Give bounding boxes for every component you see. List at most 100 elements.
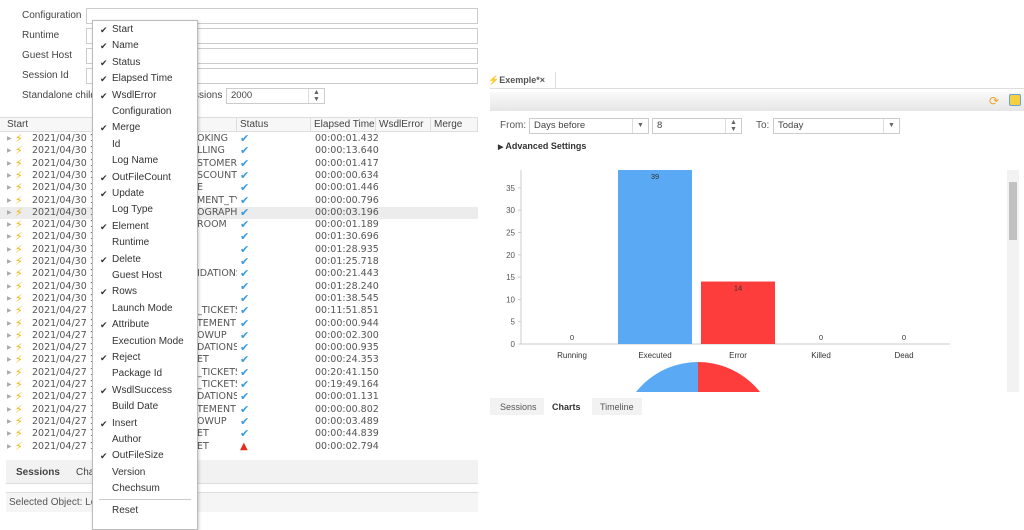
expand-icon[interactable]: ▶ [7, 293, 12, 305]
table-row[interactable]: ▶ ⚡ 2021/04/30 15 ROOM ✔ 00:00:01.189 [0, 219, 478, 231]
table-row[interactable]: ▶ ⚡ 2021/04/27 17 OWUP ✔ 00:00:02.300 [0, 330, 478, 342]
menu-item[interactable]: Version [93, 465, 197, 481]
expand-icon[interactable]: ▶ [7, 281, 12, 293]
menu-item[interactable]: ✔ Element [93, 219, 197, 235]
to-select[interactable]: Today ▼ [773, 118, 900, 134]
table-row[interactable]: ▶ ⚡ 2021/04/30 15 OKING ✔ 00:00:01.432 [0, 133, 478, 145]
expand-icon[interactable]: ▶ [7, 145, 12, 157]
spinner-arrows-icon[interactable]: ▲ ▼ [725, 119, 741, 133]
menu-item[interactable]: Launch Mode [93, 301, 197, 317]
menu-item[interactable]: ✔ WsdlSuccess [93, 383, 197, 399]
table-row[interactable]: ▶ ⚡ 2021/04/30 12 ✔ 00:01:28.935 [0, 244, 478, 256]
expand-icon[interactable]: ▶ [7, 354, 12, 366]
from-select[interactable]: Days before ▼ [529, 118, 649, 134]
menu-item[interactable]: ✔ Status [93, 55, 197, 71]
scrollbar-thumb[interactable] [1009, 182, 1017, 240]
table-row[interactable]: ▶ ⚡ 2021/04/27 17 TEMENT ✔ 00:00:00.944 [0, 318, 478, 330]
table-row[interactable]: ▶ ⚡ 2021/04/27 17 _TICKETS ✔ 00:20:41.150 [0, 367, 478, 379]
expand-icon[interactable]: ▶ [7, 330, 12, 342]
table-row[interactable]: ▶ ⚡ 2021/04/30 12 ✔ 00:01:38.545 [0, 293, 478, 305]
menu-item[interactable]: ✔ Update [93, 186, 197, 202]
menu-item[interactable]: ✔ Merge [93, 120, 197, 136]
table-row[interactable]: ▶ ⚡ 2021/04/30 15 SCOUNT ✔ 00:00:00.634 [0, 170, 478, 182]
expand-icon[interactable]: ▶ [7, 318, 12, 330]
menu-item[interactable]: Build Date [93, 399, 197, 415]
table-row[interactable]: ▶ ⚡ 2021/04/30 12 ✔ 00:01:30.696 [0, 231, 478, 243]
expand-icon[interactable]: ▶ [7, 404, 12, 416]
spinner-arrows-icon[interactable]: ▲ ▼ [308, 89, 324, 103]
tab-sessions-right[interactable]: Sessions [500, 402, 537, 412]
tab-timeline-right[interactable]: Timeline [600, 402, 634, 412]
menu-item[interactable]: Execution Mode [93, 334, 197, 350]
menu-item[interactable]: Id [93, 137, 197, 153]
menu-item[interactable]: Log Type [93, 202, 197, 218]
menu-item[interactable]: ✔ Delete [93, 252, 197, 268]
menu-item[interactable]: ✔ Elapsed Time [93, 71, 197, 87]
menu-item[interactable]: Log Name [93, 153, 197, 169]
menu-item[interactable]: ✔ Name [93, 38, 197, 54]
table-row[interactable]: ▶ ⚡ 2021/04/27 17 _TICKETS ✔ 00:11:51.851 [0, 305, 478, 317]
table-row[interactable]: ▶ ⚡ 2021/04/30 15 LLING ✔ 00:00:13.640 [0, 145, 478, 157]
menu-item[interactable]: Chechsum [93, 481, 197, 497]
menu-item[interactable]: Package Id [93, 366, 197, 382]
chart-scrollbar[interactable] [1007, 170, 1019, 392]
expand-icon[interactable]: ▶ [7, 391, 12, 403]
days-spinner[interactable]: 8 ▲ ▼ [652, 118, 742, 134]
table-row[interactable]: ▶ ⚡ 2021/04/27 16 TEMENT ✔ 00:00:00.802 [0, 404, 478, 416]
menu-item[interactable]: ✔ Reject [93, 350, 197, 366]
table-row[interactable]: ▶ ⚡ 2021/04/30 15 E ✔ 00:00:01.446 [0, 182, 478, 194]
menu-item[interactable]: Runtime [93, 235, 197, 251]
tab-charts-right[interactable]: Charts [544, 398, 592, 415]
col-elapsed[interactable]: Elapsed Time [311, 118, 376, 132]
table-row[interactable]: ▶⚡2021/04/30 12IDATIONS✔00:00:21.443 [0, 268, 478, 280]
menu-item[interactable]: ✔ OutFileCount [93, 170, 197, 186]
col-merge[interactable]: Merge [431, 118, 478, 132]
expand-icon[interactable]: ▶ [7, 207, 12, 219]
tab-sessions[interactable]: Sessions [16, 467, 60, 478]
menu-item[interactable]: Configuration [93, 104, 197, 120]
table-row[interactable]: ▶ ⚡ 2021/04/30 12 ✔ 00:01:28.240 [0, 281, 478, 293]
menu-item[interactable]: ✔ Start [93, 22, 197, 38]
table-row[interactable]: ▶ ⚡ 2021/04/27 16 _TICKETS ✔ 00:19:49.164 [0, 379, 478, 391]
expand-icon[interactable]: ▶ [7, 428, 12, 440]
menu-item[interactable]: Author [93, 432, 197, 448]
close-tab-icon[interactable]: × [540, 75, 545, 85]
max-sessions-spinner[interactable]: 2000 ▲ ▼ [226, 88, 325, 104]
table-row[interactable]: ▶ ⚡ 2021/04/27 16 ET ✔ 00:00:44.839 [0, 428, 478, 440]
table-row[interactable]: ▶ ⚡ 2021/04/30 15 STOMER ✔ 00:00:01.417 [0, 158, 478, 170]
expand-icon[interactable]: ▶ [7, 133, 12, 145]
menu-item[interactable]: ✔ Rows [93, 284, 197, 300]
table-row[interactable]: ▶ ⚡ 2021/04/27 17 DATIONS ✔ 00:00:00.935 [0, 342, 478, 354]
expand-icon[interactable]: ▶ [7, 305, 12, 317]
expand-icon[interactable]: ▶ [7, 379, 12, 391]
expand-icon[interactable]: ▶ [7, 416, 12, 428]
table-row[interactable]: ▶ ⚡ 2021/04/27 16 DATIONS ✔ 00:00:01.131 [0, 391, 478, 403]
expand-icon[interactable]: ▶ [7, 182, 12, 194]
menu-item[interactable]: ✔ WsdlError [93, 88, 197, 104]
table-row[interactable]: ▶ ⚡ 2021/04/30 12 ✔ 00:01:25.718 [0, 256, 478, 268]
expand-icon[interactable]: ▶ [7, 244, 12, 256]
expand-icon[interactable]: ▶ [7, 367, 12, 379]
expand-icon[interactable]: ▶ [7, 158, 12, 170]
table-row[interactable]: ▶ ⚡ 2021/04/27 16 OWUP ✔ 00:00:03.489 [0, 416, 478, 428]
expand-icon[interactable]: ▶ [7, 231, 12, 243]
editor-tab[interactable]: ⚡Exemple*× [488, 72, 556, 88]
menu-item[interactable]: ✔ Insert [93, 416, 197, 432]
expand-icon[interactable]: ▶ [7, 256, 12, 268]
menu-item-reset[interactable]: Reset [93, 503, 197, 519]
menu-item[interactable]: ✔ OutFileSize [93, 448, 197, 464]
refresh-icon[interactable]: ⟳ [989, 94, 999, 108]
expand-icon[interactable]: ▶ [7, 195, 12, 207]
table-row[interactable]: ▶⚡2021/04/30 15OGRAPHY✔00:00:03.196 [0, 206, 478, 220]
table-row[interactable]: ▶ ⚡ 2021/04/27 17 ET ✔ 00:00:24.353 [0, 354, 478, 366]
table-row[interactable]: ▶ ⚡ 2021/04/27 16 ET ▲ 00:00:02.794 [0, 441, 478, 453]
export-icon[interactable] [1009, 94, 1021, 106]
expand-icon[interactable]: ▶ [7, 219, 12, 231]
menu-item[interactable]: ✔ Attribute [93, 317, 197, 333]
expand-icon[interactable]: ▶ [7, 170, 12, 182]
table-row[interactable]: ▶ ⚡ 2021/04/30 15 MENT_TY ✔ 00:00:00.796 [0, 195, 478, 207]
expand-icon[interactable]: ▶ [7, 342, 12, 354]
menu-item[interactable]: Guest Host [93, 268, 197, 284]
expand-icon[interactable]: ▶ [7, 268, 12, 280]
col-wsdlerror[interactable]: WsdlError [376, 118, 431, 132]
